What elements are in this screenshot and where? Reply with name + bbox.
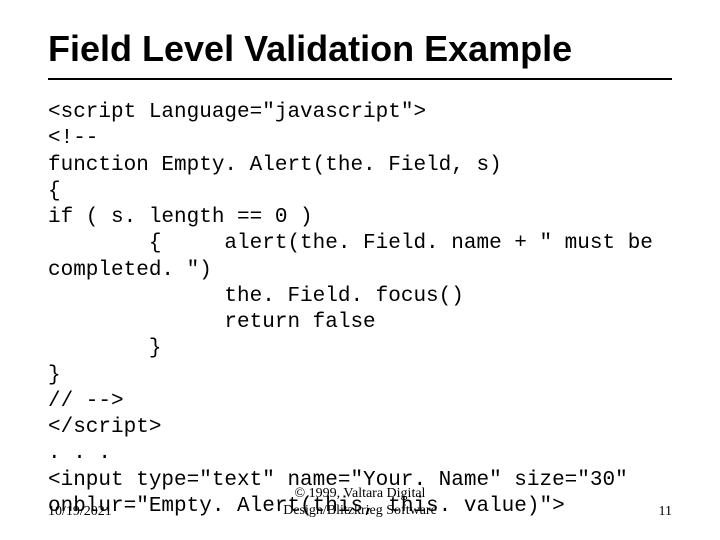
code-line: the. Field. focus() [48,285,464,308]
code-line: if ( s. length == 0 ) [48,206,313,229]
footer-copyright-line2: Design/Blitzkrieg Software [283,503,437,518]
code-block: <script Language="javascript"> <!-- func… [48,100,672,468]
code-line: { [48,180,61,203]
code-line: return false [48,311,376,334]
slide-title: Field Level Validation Example [48,28,672,70]
code-line: completed. ") [48,259,212,282]
slide: Field Level Validation Example <script L… [0,0,720,540]
code-line: { alert(the. Field. name + " must be [48,232,653,255]
code-line: <script Language="javascript"> [48,101,426,124]
code-line: } [48,364,61,387]
code-line: function Empty. Alert(the. Field, s) [48,154,502,177]
code-line: . . . [48,442,111,465]
title-underline [48,78,672,80]
code-line: } [48,337,161,360]
footer-copyright: © 1999, Valtara Digital Design/Blitzkrie… [48,486,672,520]
code-line: <!-- [48,127,98,150]
code-line: // --> [48,390,124,413]
footer-copyright-line1: © 1999, Valtara Digital [295,486,426,501]
code-line: </script> [48,416,161,439]
footer-page-number: 11 [659,504,672,520]
